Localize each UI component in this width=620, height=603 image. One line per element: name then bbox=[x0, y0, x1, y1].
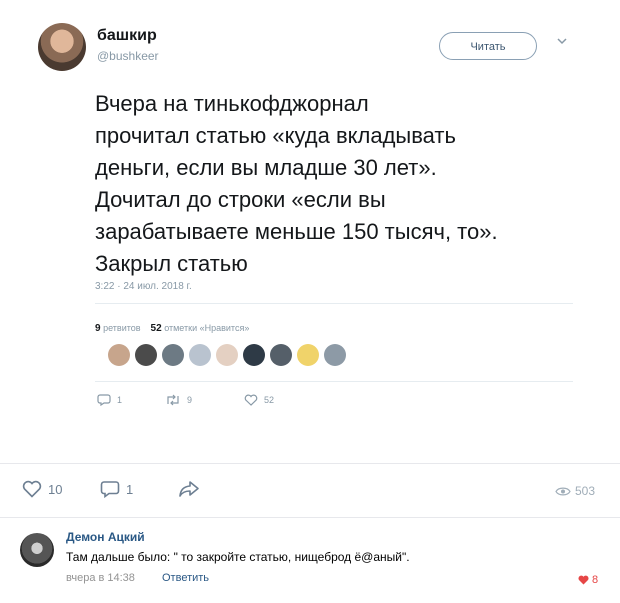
tweet-retweet-action[interactable]: 9 bbox=[165, 394, 192, 406]
post-views: 503 bbox=[555, 484, 595, 498]
post-divider bbox=[0, 463, 620, 464]
author-avatar[interactable] bbox=[38, 23, 86, 71]
post-comment-count: 1 bbox=[126, 481, 134, 497]
liker-avatar[interactable] bbox=[216, 344, 238, 366]
retweets-count[interactable]: 9 bbox=[95, 323, 101, 334]
retweets-label[interactable]: ретвитов bbox=[103, 323, 140, 333]
likes-count[interactable]: 52 bbox=[151, 323, 162, 334]
liker-avatar[interactable] bbox=[270, 344, 292, 366]
follow-button[interactable]: Читать bbox=[439, 32, 537, 60]
comment-reply-button[interactable]: Ответить bbox=[162, 572, 209, 584]
comment-text: Там дальше было: " то закройте статью, н… bbox=[66, 550, 410, 564]
author-handle[interactable]: @bushkeer bbox=[97, 49, 159, 63]
likes-label[interactable]: отметки «Нравится» bbox=[164, 323, 249, 333]
liker-avatar[interactable] bbox=[162, 344, 184, 366]
liker-avatar[interactable] bbox=[108, 344, 130, 366]
comment-icon bbox=[100, 481, 120, 498]
author-name[interactable]: башкир bbox=[97, 27, 157, 45]
eye-icon bbox=[555, 487, 571, 495]
heart-icon bbox=[22, 480, 42, 498]
comments-divider bbox=[0, 517, 620, 518]
divider bbox=[95, 381, 573, 382]
share-icon bbox=[179, 481, 199, 497]
heart-icon bbox=[578, 575, 589, 585]
tweet-line: Вчера на тинькофджорнал bbox=[95, 91, 369, 116]
views-count: 503 bbox=[575, 484, 596, 498]
tweet-line: Дочитал до строки «если вы bbox=[95, 187, 386, 212]
liker-avatar[interactable] bbox=[324, 344, 346, 366]
tweet-line: деньги, если вы младше 30 лет». bbox=[95, 155, 437, 180]
comment-author-name[interactable]: Демон Ацкий bbox=[66, 530, 145, 544]
tweet-timestamp[interactable]: 3:22 · 24 июл. 2018 г. bbox=[95, 281, 192, 292]
retweet-count: 9 bbox=[187, 395, 193, 405]
reply-icon bbox=[97, 394, 111, 406]
comment-like-count: 8 bbox=[592, 574, 599, 586]
post-like-button[interactable]: 10 bbox=[22, 480, 62, 498]
tweet-reply-action[interactable]: 1 bbox=[97, 394, 122, 406]
liker-avatar[interactable] bbox=[135, 344, 157, 366]
liker-avatar[interactable] bbox=[189, 344, 211, 366]
heart-icon bbox=[244, 394, 258, 406]
tweet-line: прочитал статью «куда вкладывать bbox=[95, 123, 456, 148]
tweet-stats: 9 ретвитов 52 отметки «Нравится» bbox=[95, 323, 249, 334]
liker-avatar[interactable] bbox=[243, 344, 265, 366]
comment-like-button[interactable]: 8 bbox=[578, 574, 598, 586]
post-like-count: 10 bbox=[48, 481, 63, 497]
tweet-line: Закрыл статью bbox=[95, 251, 248, 276]
tweet-line: зарабатываете меньше 150 тысяч, то». bbox=[95, 219, 498, 244]
post-comment-button[interactable]: 1 bbox=[100, 480, 133, 498]
like-count: 52 bbox=[264, 395, 275, 405]
retweet-icon bbox=[167, 394, 179, 406]
liker-avatar[interactable] bbox=[297, 344, 319, 366]
tweet-text: Вчера на тинькофджорнал прочитал статью … bbox=[95, 88, 575, 280]
comment-author-avatar[interactable] bbox=[20, 533, 54, 567]
tweet-like-action[interactable]: 52 bbox=[244, 394, 274, 406]
comment-time[interactable]: вчера в 14:38 bbox=[66, 572, 135, 584]
divider bbox=[95, 303, 573, 304]
chevron-down-icon[interactable] bbox=[556, 34, 568, 49]
reply-count: 1 bbox=[117, 395, 123, 405]
post-share-button[interactable] bbox=[178, 480, 200, 498]
